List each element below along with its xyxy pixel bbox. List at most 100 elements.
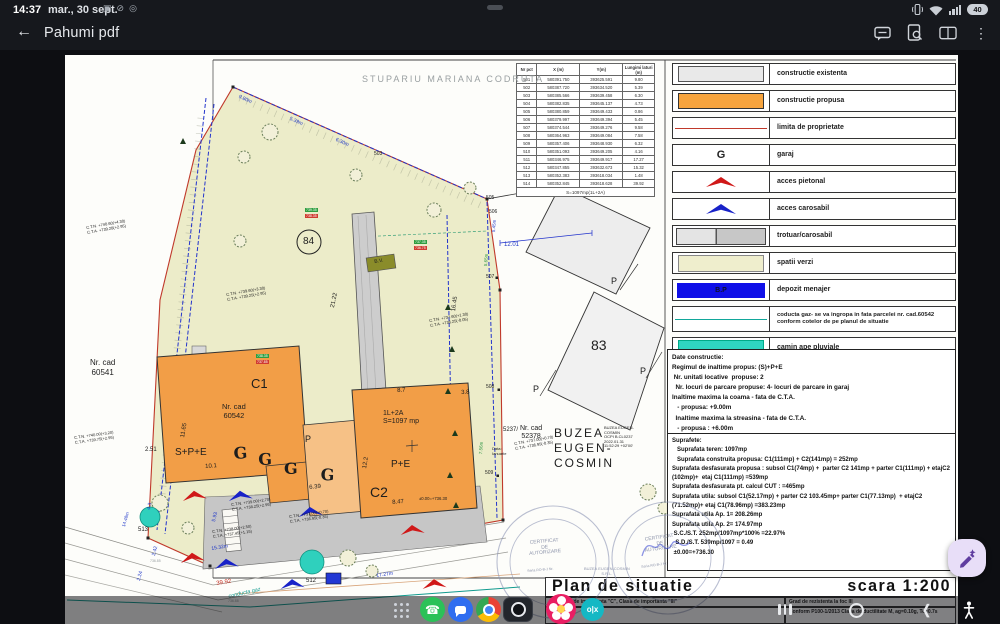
legend-item: trotuar/carosabil xyxy=(672,225,956,247)
clock: 14:37 xyxy=(13,4,42,16)
coord-row: 511 580346.975 393649.917 17.27 xyxy=(515,155,655,164)
coord-header: Lungimi laturi (m) xyxy=(622,63,655,76)
coord-row: 506 580379.997 393649.394 5.45 xyxy=(515,115,655,124)
notification-icon: ⊘ xyxy=(116,3,125,13)
legend-symbol xyxy=(676,227,766,245)
android-screen: Nr pct X (m) Y(m) Lungimi laturi (m) 501 580… xyxy=(0,0,1000,624)
coord-header: Y(m) xyxy=(579,63,624,76)
legend-symbol-cell xyxy=(673,199,770,219)
document-title: Pahumi pdf xyxy=(44,25,120,41)
coord-row: 505 580380.859 393649.433 0.86 xyxy=(515,107,655,116)
legend-symbol xyxy=(706,177,736,187)
coord-row: 507 580374.544 393649.276 9.58 xyxy=(515,123,655,132)
legend-symbol xyxy=(675,127,767,129)
legend-item: acces pietonal xyxy=(672,171,956,193)
messages-app-icon[interactable] xyxy=(448,597,473,622)
legend-label: acces pietonal xyxy=(777,177,826,185)
back-button[interactable]: ← xyxy=(16,23,32,41)
photos-app-icon[interactable] xyxy=(546,594,576,624)
camera-lens-icon xyxy=(510,602,526,617)
legend-item: coducta gaz- se va ingropa in fata parce… xyxy=(672,306,956,332)
legend-symbol xyxy=(675,318,767,320)
camera-cutout xyxy=(487,5,503,10)
battery-indicator: 40 xyxy=(967,4,988,15)
coord-row: 503 580385.566 393639.458 6.30 xyxy=(515,91,655,100)
legend-symbol-cell: G xyxy=(673,145,770,165)
plan-title: Plan de situatie xyxy=(552,577,694,596)
legend-label: acces carosabil xyxy=(777,204,830,212)
annotate-fab[interactable] xyxy=(948,539,986,577)
oix-app-icon[interactable]: o|x xyxy=(581,598,604,621)
vibrate-icon xyxy=(912,3,924,16)
legend-item: acces carosabil xyxy=(672,198,956,220)
legend-item: limita de proprietate xyxy=(672,117,956,139)
recents-button[interactable] xyxy=(778,604,792,615)
system-chrome: 14:37 mar., 30 sept. ▣ ⊘ ◎ 40 ← Pahumi pd xyxy=(0,0,1000,50)
notification-icon: ▣ xyxy=(103,3,112,13)
legend-symbol xyxy=(678,93,764,109)
legend-item: constructie existenta xyxy=(672,63,956,85)
flower-center-icon xyxy=(557,605,565,613)
search-document-button[interactable] xyxy=(906,24,924,42)
chrome-app-icon[interactable] xyxy=(476,597,501,622)
coord-row: 504 580382.835 393645.137 4.73 xyxy=(515,99,655,108)
legend-label: limita de proprietate xyxy=(777,123,844,131)
legend-symbol-cell xyxy=(673,64,770,84)
coordinate-table: Nr pct X (m) Y(m) Lungimi laturi (m) 501 580… xyxy=(515,63,655,197)
legend-item: spatii verzi xyxy=(672,252,956,274)
legend-symbol-cell xyxy=(673,226,770,246)
legend-item: B.P depozit menajer xyxy=(672,279,956,301)
coord-row: 508 580364.963 393649.084 7.58 xyxy=(515,131,655,140)
coord-footer: S=1097mp(1L+2A) xyxy=(516,187,655,197)
coord-row: 513 580352.383 393618.034 1.48 xyxy=(515,171,655,180)
legend-symbol-cell: B.P xyxy=(673,280,770,300)
wifi-icon xyxy=(929,5,943,15)
legend-symbol xyxy=(678,254,764,272)
accessibility-person-icon xyxy=(963,601,975,619)
comment-icon xyxy=(873,26,891,40)
annotations-button[interactable] xyxy=(873,24,891,42)
coord-header: X (m) xyxy=(536,63,581,76)
legend-symbol xyxy=(706,204,736,214)
suprafete-box: Suprafete: Suprafata teren: 1097mp Supra… xyxy=(667,433,956,571)
legend-symbol-cell xyxy=(673,118,770,138)
plan-title-band: Plan de situatie scara 1:200 xyxy=(545,577,956,597)
legend-label: depozit menajer xyxy=(777,285,831,293)
date-constructie-box: Date constructie: Regimul de inaltime pr… xyxy=(667,349,956,434)
coord-row: 509 580357.406 393648.930 6.32 xyxy=(515,139,655,148)
reader-view-button[interactable] xyxy=(939,24,957,42)
phone-app-icon[interactable]: ☎ xyxy=(420,597,445,622)
legend-symbol xyxy=(678,66,764,82)
status-bar: 14:37 mar., 30 sept. ▣ ⊘ ◎ 40 xyxy=(0,0,1000,20)
overflow-menu-button[interactable]: ⋮ xyxy=(972,24,990,42)
legend-item: constructie propusa xyxy=(672,90,956,112)
coord-row: 512 580347.855 393632.673 15.32 xyxy=(515,163,655,172)
phone-icon: ☎ xyxy=(425,602,440,617)
back-nav-button[interactable]: ❮ xyxy=(922,602,931,618)
doc-search-icon xyxy=(907,24,923,41)
plan-scale: scara 1:200 xyxy=(847,577,951,596)
coord-row: 502 580387.720 393634.520 5.39 xyxy=(515,83,655,92)
pen-sparkle-icon xyxy=(960,549,976,568)
coord-header: Nr pct xyxy=(515,63,538,76)
chat-bubble-icon xyxy=(455,605,466,617)
app-grid-button[interactable] xyxy=(394,603,410,619)
coord-row: 510 580351.093 393649.205 4.16 xyxy=(515,147,655,156)
legend-symbol-cell xyxy=(673,91,770,111)
legend-label: trotuar/carosabil xyxy=(777,231,833,239)
legend-label: garaj xyxy=(777,150,794,158)
notification-icon: ◎ xyxy=(129,3,137,13)
legend-symbol-cell xyxy=(673,253,770,273)
accessibility-button[interactable] xyxy=(956,597,982,623)
home-button[interactable] xyxy=(849,603,864,618)
legend-label: coducta gaz- se va ingropa in fata parce… xyxy=(777,312,935,325)
signal-icon xyxy=(949,5,961,15)
legend-symbol: G xyxy=(716,149,726,161)
legend-item: G garaj xyxy=(672,144,956,166)
legend-label: spatii verzi xyxy=(777,258,814,266)
plan-legend: constructie existenta constructie propus… xyxy=(672,63,956,364)
camera-app-icon[interactable] xyxy=(504,598,532,621)
two-page-icon xyxy=(939,26,957,40)
coord-row: 514 580352.845 393618.628 39.92 xyxy=(515,179,655,188)
coord-row: 501 580391.750 393625.591 9.80 xyxy=(515,75,655,84)
